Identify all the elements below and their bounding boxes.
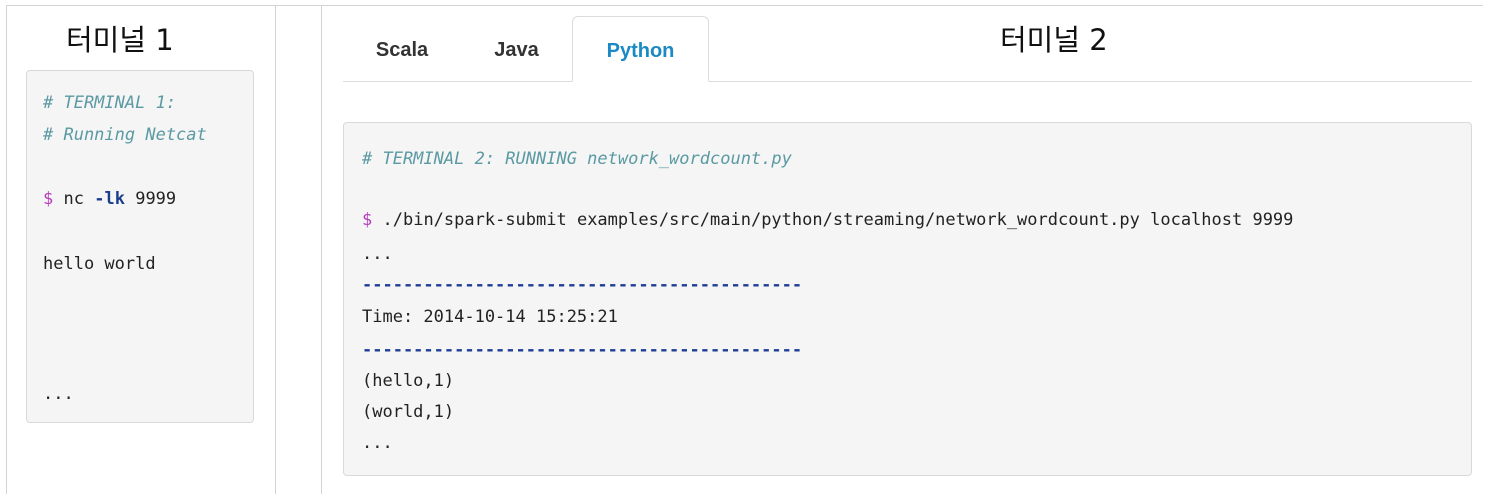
spark-submit-command: ./bin/spark-submit examples/src/main/pyt… [382,210,1294,230]
command-flag: -lk [94,189,125,209]
terminal-2-command-line: $ ./bin/spark-submit examples/src/main/p… [362,208,1293,232]
terminal-1-title: 터미널 1 [66,23,174,57]
terminal-1-comment-line-2: # Running Netcat [43,125,207,145]
tab-python[interactable]: Python [572,16,709,82]
language-tab-bar: Scala Java Python [343,16,1472,82]
terminal-2-title: 터미널 2 [1000,23,1108,57]
column-divider-2 [321,5,322,494]
terminal-2-code-block: # TERMINAL 2: RUNNING network_wordcount.… [343,122,1472,476]
top-divider [6,5,1483,6]
time-line: Time: 2014-10-14 15:25:21 [362,307,618,327]
left-border [6,5,7,494]
output-line-world: (world,1) [362,402,455,422]
output-ellipsis-1: ... [362,244,393,264]
terminal-1-input-text: hello world [43,254,156,274]
separator-line-2: ----------------------------------------… [362,340,803,360]
prompt-symbol: $ [43,189,54,209]
output-line-hello: (hello,1) [362,371,455,391]
terminal-1-comment-line-1: # TERMINAL 1: [43,93,177,113]
output-ellipsis-2: ... [362,433,393,453]
command-port: 9999 [135,189,177,209]
command-name: nc [63,189,84,209]
column-divider [275,5,276,494]
separator-line-1: ----------------------------------------… [362,275,803,295]
terminal-1-ellipsis: ... [43,384,74,404]
tab-scala[interactable]: Scala [343,16,461,81]
prompt-symbol: $ [362,210,373,230]
terminal-1-code-block: # TERMINAL 1: # Running Netcat $ nc -lk … [26,70,254,423]
tab-bar-baseline [343,81,1472,82]
terminal-1-command-line: $ nc -lk 9999 [43,187,176,211]
terminal-2-comment: # TERMINAL 2: RUNNING network_wordcount.… [362,149,792,169]
tab-java[interactable]: Java [461,16,572,81]
